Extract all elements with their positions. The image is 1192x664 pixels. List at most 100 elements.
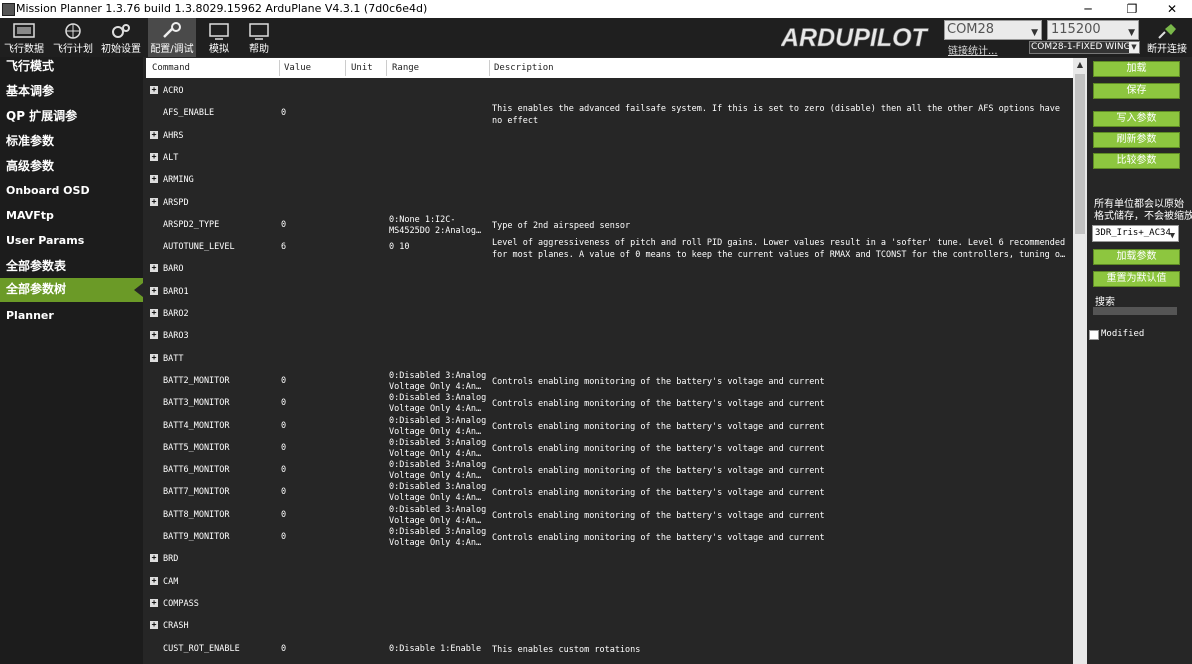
expand-icon[interactable]: + <box>150 331 158 340</box>
param-group-row[interactable]: + BARO2 <box>146 301 1073 323</box>
expand-icon[interactable]: + <box>150 86 158 94</box>
param-row[interactable]: AUTOTUNE_LEVEL 6 0 10 Level of aggressivene… <box>146 234 1073 260</box>
column-header-range[interactable]: Range <box>392 63 419 73</box>
param-value[interactable]: 0 <box>281 376 286 386</box>
toolbar-flight-data[interactable]: 飞行数据 <box>2 18 46 57</box>
param-value[interactable]: 0 <box>281 465 286 475</box>
modified-checkbox[interactable] <box>1089 330 1099 340</box>
preset-select[interactable]: 3DR_Iris+_AC34 ▼ <box>1092 225 1179 242</box>
refresh-params-button[interactable]: 刷新参数 <box>1093 132 1180 148</box>
param-row[interactable]: BATT8_MONITOR 0 0:Disabled 3:Analog Voltag… <box>146 502 1073 526</box>
param-group-row[interactable]: + BATT <box>146 346 1073 368</box>
toolbar-label: 配置/调试 <box>150 44 194 55</box>
param-row[interactable]: BATT6_MONITOR 0 0:Disabled 3:Analog Voltag… <box>146 457 1073 481</box>
sidebar-item-full-param-tree[interactable]: 全部参数树 <box>0 278 143 302</box>
param-group-row[interactable]: + CRASH <box>146 613 1073 635</box>
param-row[interactable]: BATT3_MONITOR 0 0:Disabled 3:Analog Voltag… <box>146 390 1073 414</box>
vehicle-select[interactable]: COM28-1-FIXED WING ▼ <box>1029 41 1140 54</box>
expand-icon[interactable]: + <box>150 197 158 206</box>
sidebar-item-mavftp[interactable]: MAVFtp <box>0 207 143 231</box>
save-button[interactable]: 保存 <box>1093 83 1180 99</box>
sidebar-item-basic-tuning[interactable]: 基本调参 <box>0 82 143 106</box>
scrollbar-thumb[interactable] <box>1075 74 1085 234</box>
param-group-row[interactable]: + ALT <box>146 145 1073 167</box>
sidebar-item-label: Planner <box>6 309 54 322</box>
toolbar-simulation[interactable]: 模拟 <box>200 18 238 57</box>
toolbar-label: 初始设置 <box>101 44 141 55</box>
param-group-row[interactable]: + ARMING <box>146 167 1073 189</box>
param-group-row[interactable]: + BARO1 <box>146 279 1073 301</box>
expand-icon[interactable]: + <box>150 152 158 161</box>
baud-select[interactable]: 115200 ▼ <box>1047 20 1139 40</box>
expand-icon[interactable]: + <box>150 576 158 585</box>
param-group-row[interactable]: + COMPASS <box>146 591 1073 613</box>
scroll-up-icon[interactable]: ▲ <box>1073 58 1087 72</box>
toolbar-help[interactable]: 帮助 <box>240 18 278 57</box>
param-value[interactable]: 0 <box>281 510 286 520</box>
grid-scrollbar[interactable]: ▲ <box>1073 58 1087 664</box>
param-group-row[interactable]: + BARO3 <box>146 323 1073 345</box>
write-params-button[interactable]: 写入参数 <box>1093 111 1180 127</box>
toolbar-flight-plan[interactable]: 飞行计划 <box>50 18 96 57</box>
sidebar-item-user-params[interactable]: User Params <box>0 232 143 256</box>
expand-icon[interactable]: + <box>150 264 158 273</box>
param-name: BATT2_MONITOR <box>163 375 230 386</box>
sidebar-item-advanced-params[interactable]: 高级参数 <box>0 157 143 181</box>
param-group-row[interactable]: + ACRO <box>146 78 1073 100</box>
param-row[interactable]: CUST_ROT_ENABLE 0 0:Disable 1:Enable This e… <box>146 636 1073 658</box>
param-value[interactable]: 0 <box>281 220 286 230</box>
column-header-description[interactable]: Description <box>494 63 554 73</box>
param-group-row[interactable]: + BARO <box>146 256 1073 278</box>
close-button[interactable]: ✕ <box>1152 0 1192 18</box>
sidebar-item-flight-modes[interactable]: 飞行模式 <box>0 57 143 81</box>
sidebar-item-planner[interactable]: Planner <box>0 307 143 331</box>
compare-params-button[interactable]: 比较参数 <box>1093 153 1180 169</box>
toolbar-config-tuning[interactable]: 配置/调试 <box>148 18 196 57</box>
expand-icon[interactable]: + <box>150 621 158 630</box>
param-row[interactable]: AFS_ENABLE 0 This enables the advanced fai… <box>146 100 1073 126</box>
reset-default-button[interactable]: 重置为默认值 <box>1093 271 1180 287</box>
param-value[interactable]: 0 <box>281 398 286 408</box>
param-value[interactable]: 0 <box>281 532 286 542</box>
sidebar-item-standard-params[interactable]: 标准参数 <box>0 132 143 156</box>
sidebar-item-qp-extended-tuning[interactable]: QP 扩展调参 <box>0 107 143 131</box>
param-row[interactable]: BATT5_MONITOR 0 0:Disabled 3:Analog Voltag… <box>146 435 1073 459</box>
expand-icon[interactable]: + <box>150 286 158 295</box>
column-header-unit[interactable]: Unit <box>351 63 373 73</box>
param-group-row[interactable]: + CAM <box>146 569 1073 591</box>
column-header-command[interactable]: Command <box>152 63 190 73</box>
param-group-row[interactable]: + BRD <box>146 546 1073 568</box>
sidebar-item-label: QP 扩展调参 <box>6 109 78 123</box>
param-row[interactable]: BATT9_MONITOR 0 0:Disabled 3:Analog Voltag… <box>146 524 1073 548</box>
param-value[interactable]: 0 <box>281 108 286 118</box>
expand-icon[interactable]: + <box>150 598 158 607</box>
param-value[interactable]: 0 <box>281 443 286 453</box>
param-row[interactable]: BATT4_MONITOR 0 0:Disabled 3:Analog Voltag… <box>146 413 1073 437</box>
port-select[interactable]: COM28 ▼ <box>944 20 1042 40</box>
param-row[interactable]: BATT7_MONITOR 0 0:Disabled 3:Analog Voltag… <box>146 479 1073 503</box>
load-preset-button[interactable]: 加载参数 <box>1093 249 1180 265</box>
sidebar-item-onboard-osd[interactable]: Onboard OSD <box>0 182 143 206</box>
column-header-value[interactable]: Value <box>284 63 311 73</box>
expand-icon[interactable]: + <box>150 554 158 563</box>
param-value[interactable]: 6 <box>281 242 286 252</box>
expand-icon[interactable]: + <box>150 353 158 362</box>
param-value[interactable]: 0 <box>281 644 286 654</box>
param-group-row[interactable]: + AHRS <box>146 123 1073 145</box>
param-value[interactable]: 0 <box>281 487 286 497</box>
expand-icon[interactable]: + <box>150 130 158 139</box>
param-group-row[interactable]: + ARSPD <box>146 190 1073 212</box>
load-button[interactable]: 加载 <box>1093 61 1180 77</box>
search-input[interactable] <box>1093 307 1177 315</box>
expand-icon[interactable]: + <box>150 175 158 184</box>
param-range: 0 10 <box>389 242 410 253</box>
param-row[interactable]: ARSPD2_TYPE 0 0:None 1:I2C-MS4525DO 2:Anal… <box>146 212 1073 236</box>
minimize-button[interactable]: ─ <box>1068 0 1108 18</box>
maximize-button[interactable]: ❐ <box>1112 0 1152 18</box>
expand-icon[interactable]: + <box>150 309 158 317</box>
link-stats-link[interactable]: 链接统计... <box>948 42 998 57</box>
disconnect-button[interactable]: 断开连接 <box>1144 18 1190 57</box>
param-row[interactable]: BATT2_MONITOR 0 0:Disabled 3:Analog Voltag… <box>146 368 1073 392</box>
toolbar-initial-setup[interactable]: 初始设置 <box>98 18 144 57</box>
param-value[interactable]: 0 <box>281 421 286 431</box>
